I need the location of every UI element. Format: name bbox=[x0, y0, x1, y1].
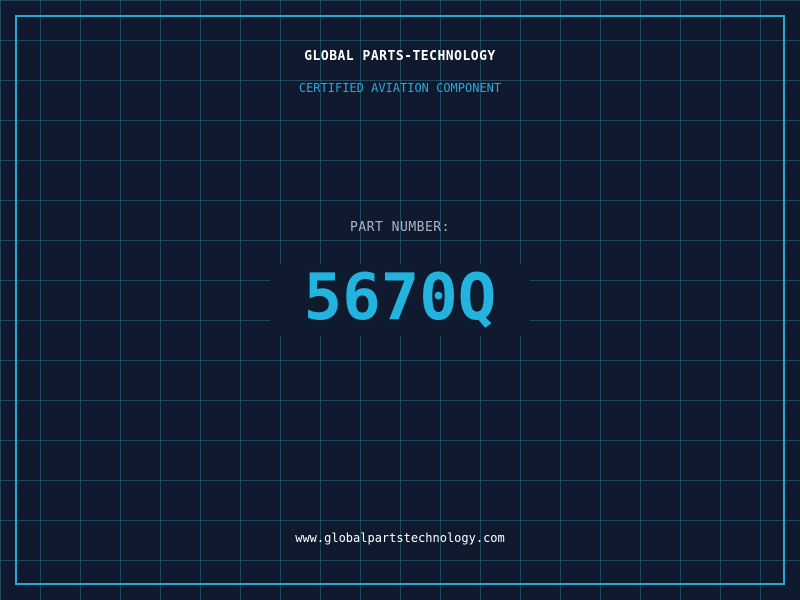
company-name: GLOBAL PARTS-TECHNOLOGY bbox=[304, 49, 496, 64]
part-number-value: 5670Q bbox=[303, 261, 497, 335]
part-number-label: PART NUMBER: bbox=[350, 220, 450, 235]
tagline: CERTIFIED AVIATION COMPONENT bbox=[298, 81, 502, 95]
website-url: www.globalpartstechnology.com bbox=[295, 531, 505, 545]
